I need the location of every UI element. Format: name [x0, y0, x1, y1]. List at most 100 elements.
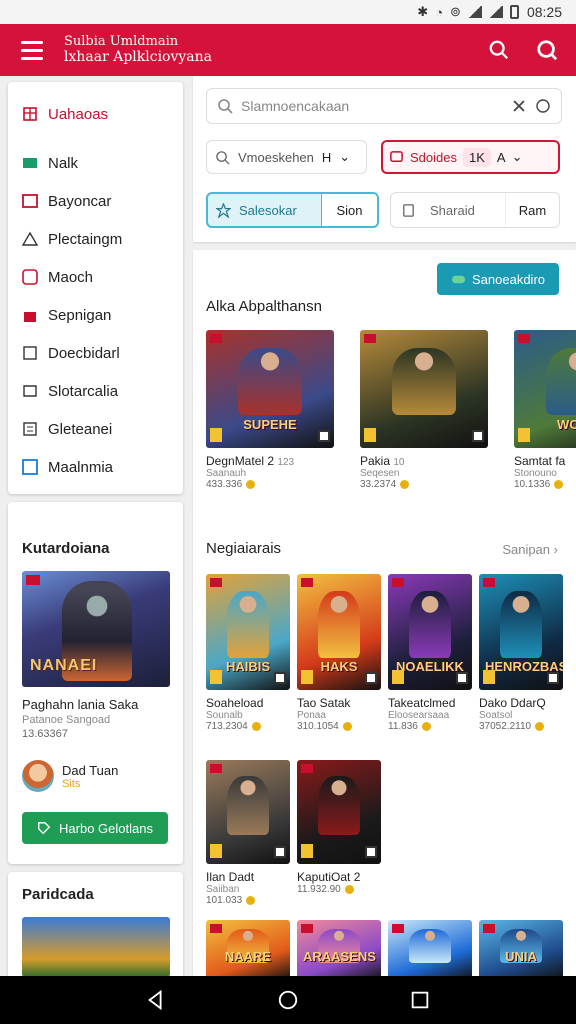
game-logo: UNIA — [505, 949, 537, 964]
search-alt-icon[interactable] — [536, 39, 558, 61]
game-cover[interactable]: HENROZBAS — [479, 574, 563, 690]
age-rating-icon — [392, 670, 404, 684]
game-meta: 101.033 — [206, 895, 290, 906]
game-tile[interactable]: Pakia 10 Seqesen 33.2374 — [360, 330, 488, 490]
see-all-link[interactable]: Sanipan › — [502, 542, 558, 557]
game-cover[interactable] — [360, 330, 488, 448]
see-all-label: Sanipan — [502, 542, 551, 557]
hero-figure — [500, 591, 542, 658]
clock-icon — [22, 269, 38, 285]
game-cover[interactable]: WOOK — [514, 330, 576, 448]
menu-icon[interactable] — [0, 24, 64, 76]
paradise-image[interactable] — [22, 917, 170, 977]
home-icon[interactable] — [277, 989, 299, 1011]
recents-icon[interactable] — [409, 989, 431, 1011]
filter-chip-selected[interactable]: Salesokar Sion — [206, 192, 379, 228]
game-cover[interactable]: UNIA — [479, 920, 563, 976]
app-actions — [488, 39, 576, 61]
game-tile[interactable]: Ilan Dadt Saiiban 101.033 — [206, 760, 290, 906]
back-icon[interactable] — [145, 989, 167, 1011]
platform-icon — [365, 846, 377, 858]
game-cover[interactable]: SUPEHE — [206, 330, 334, 448]
hero-figure — [227, 775, 269, 835]
sidebar-item[interactable]: Gleteanei — [8, 410, 183, 448]
sidebar-item[interactable]: Plectaingm — [8, 220, 183, 258]
search-icon[interactable] — [488, 39, 510, 61]
publisher-tag — [210, 764, 222, 773]
sidebar-item-label: Uahaoas — [48, 105, 109, 123]
sidebar-item[interactable]: Sepnigan — [8, 296, 183, 334]
voice-icon[interactable] — [535, 98, 551, 114]
author-row[interactable]: Dad Tuan Sits — [22, 760, 169, 792]
publisher-tag — [210, 334, 222, 343]
game-tile[interactable]: UNIA — [479, 920, 563, 976]
game-subtitle: Seqesen — [360, 468, 400, 479]
game-tile[interactable]: NOAELIKK Takeatclmed Eloosearsaaa 11.836 — [388, 574, 472, 732]
sidebar-item[interactable]: Maoch — [8, 258, 183, 296]
game-meta: 433.336 — [206, 479, 334, 490]
platform-icon — [456, 672, 468, 684]
game-tile[interactable]: NAARE — [206, 920, 290, 976]
sidebar-item[interactable]: Nalk — [8, 144, 183, 182]
hero-figure — [392, 347, 456, 415]
game-title: Pakia 10 — [360, 454, 405, 468]
sidebar-item[interactable]: Slotarcalia — [8, 372, 183, 410]
game-tile[interactable]: SUPEHE DegnMatel 2 123 Saanauh 433.336 — [206, 330, 334, 490]
game-tile[interactable]: HENROZBAS Dako DdarQ Soatsol 37052.2110 — [479, 574, 563, 732]
close-icon[interactable] — [511, 98, 527, 114]
feature-sub: Patanoe Sangoad — [22, 714, 111, 726]
chip-label: Sharaid — [430, 202, 475, 218]
filter-chip-share[interactable]: Sharaid Ram — [390, 192, 560, 228]
hero-figure — [238, 347, 302, 415]
game-cover[interactable] — [388, 920, 472, 976]
game-tile[interactable]: WOOK Samtat faStonouno10.1336 — [514, 330, 576, 490]
game-title: Dako DdarQ — [479, 696, 546, 710]
feature-name[interactable]: Paghahn lania Saka — [22, 697, 169, 712]
coin-icon — [554, 480, 564, 489]
game-meta: 11.836 — [388, 721, 472, 732]
coin-icon — [246, 896, 256, 905]
filter-chip-sort[interactable]: Sdoides 1K A ⌄ — [381, 140, 560, 174]
search-input[interactable]: Slamnoencakaan — [206, 88, 562, 124]
age-rating-icon — [210, 428, 222, 442]
game-cover[interactable] — [297, 760, 381, 864]
game-cover[interactable]: NOAELIKK — [388, 574, 472, 690]
building-icon — [22, 106, 38, 122]
document-icon — [22, 345, 38, 361]
game-cover[interactable]: NAARE — [206, 920, 290, 976]
triangle-icon — [22, 231, 38, 247]
game-tile[interactable]: HAIBIS Soaheload Sounalb 713.2304 — [206, 574, 290, 732]
game-tile[interactable] — [388, 920, 472, 976]
game-subtitle: Eloosearsaaa — [388, 710, 450, 721]
tag-icon — [38, 822, 51, 835]
publisher-tag — [392, 578, 404, 587]
sidebar-item[interactable]: Doecbidarl — [8, 334, 183, 372]
feature-action-button[interactable]: Harbo Gelotlans — [22, 812, 168, 844]
feature-count: 13.63367 — [22, 728, 68, 740]
chip-segment[interactable]: Ram — [505, 193, 559, 227]
filter-chip-category[interactable]: Vmoeskehen H ⌄ — [206, 140, 367, 174]
game-subtitle: Ponaa — [297, 710, 326, 721]
sidebar-item-label: Sepnigan — [48, 306, 112, 324]
publisher-tag — [26, 575, 40, 585]
game-cover[interactable]: HAIBIS — [206, 574, 290, 690]
feature-image[interactable]: NANAEI — [22, 571, 170, 687]
content-card: Sanoeakdiro Alka Abpalthansn Negiaiarais… — [193, 250, 576, 976]
game-cover[interactable]: HAKS — [297, 574, 381, 690]
chip-segment[interactable]: Sion — [321, 194, 377, 226]
primary-action-button[interactable]: Sanoeakdiro — [437, 263, 559, 295]
sidebar-item[interactable]: Maalnmia — [8, 448, 183, 486]
game-tile[interactable]: KaputiOat 2 11.932.90 — [297, 760, 381, 895]
platform-icon — [318, 430, 330, 442]
chevron-down-icon: ⌄ — [511, 149, 523, 164]
battery-icon — [509, 5, 519, 19]
platform-icon — [274, 846, 286, 858]
sidebar-item[interactable]: Bayoncar — [8, 182, 183, 220]
game-tile[interactable]: ARAASENS — [297, 920, 381, 976]
game-cover[interactable]: ARAASENS — [297, 920, 381, 976]
primary-action-label: Sanoeakdiro — [472, 271, 545, 287]
game-cover[interactable] — [206, 760, 290, 864]
bluetooth-icon: ✱ — [417, 4, 429, 19]
game-tile[interactable]: HAKS Tao Satak Ponaa 310.1054 — [297, 574, 381, 732]
sidebar-item[interactable]: Uahaoas — [8, 92, 183, 136]
